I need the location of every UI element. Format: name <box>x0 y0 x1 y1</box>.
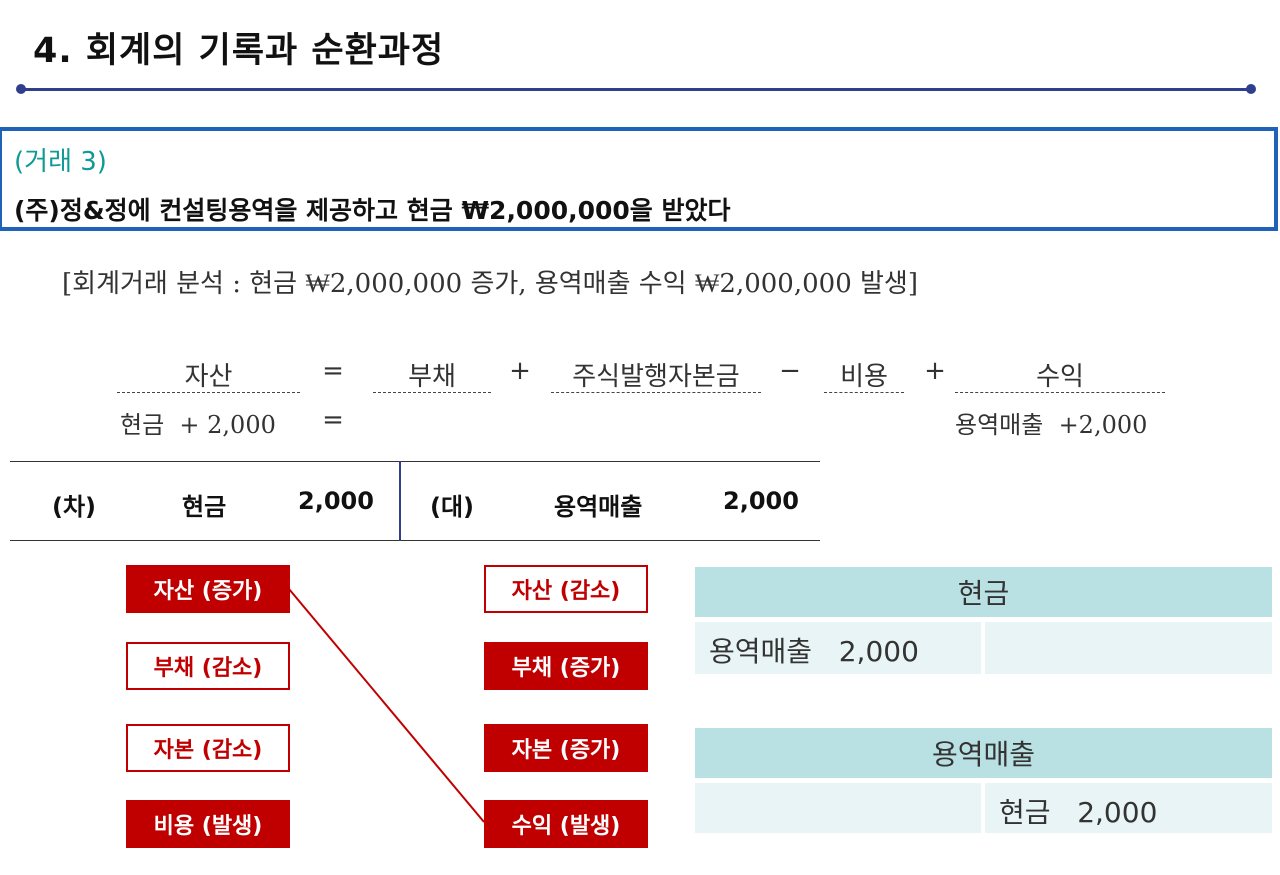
tag-asset-increase: 자산 (증가) <box>126 565 290 613</box>
tag-liability-decrease: 부채 (감소) <box>126 642 290 690</box>
t-account-revenue-header: 용역매출 <box>695 728 1272 778</box>
t-account-cash-credit <box>985 622 1272 674</box>
tag-expense-incurred: 비용 (발생) <box>126 800 290 848</box>
t-account-cash-header: 현금 <box>695 567 1272 617</box>
t-account-revenue-credit: 현금 2,000 <box>985 783 1272 833</box>
tag-asset-decrease: 자산 (감소) <box>484 565 648 613</box>
t-account-revenue-debit <box>695 783 981 833</box>
tag-equity-decrease: 자본 (감소) <box>126 724 290 772</box>
tag-liability-increase: 부채 (증가) <box>484 642 648 690</box>
connector-asset-to-revenue <box>288 588 485 823</box>
t-account-cash-debit: 용역매출 2,000 <box>695 622 981 674</box>
tag-equity-increase: 자본 (증가) <box>484 724 648 772</box>
tag-revenue-incurred: 수익 (발생) <box>484 800 648 848</box>
